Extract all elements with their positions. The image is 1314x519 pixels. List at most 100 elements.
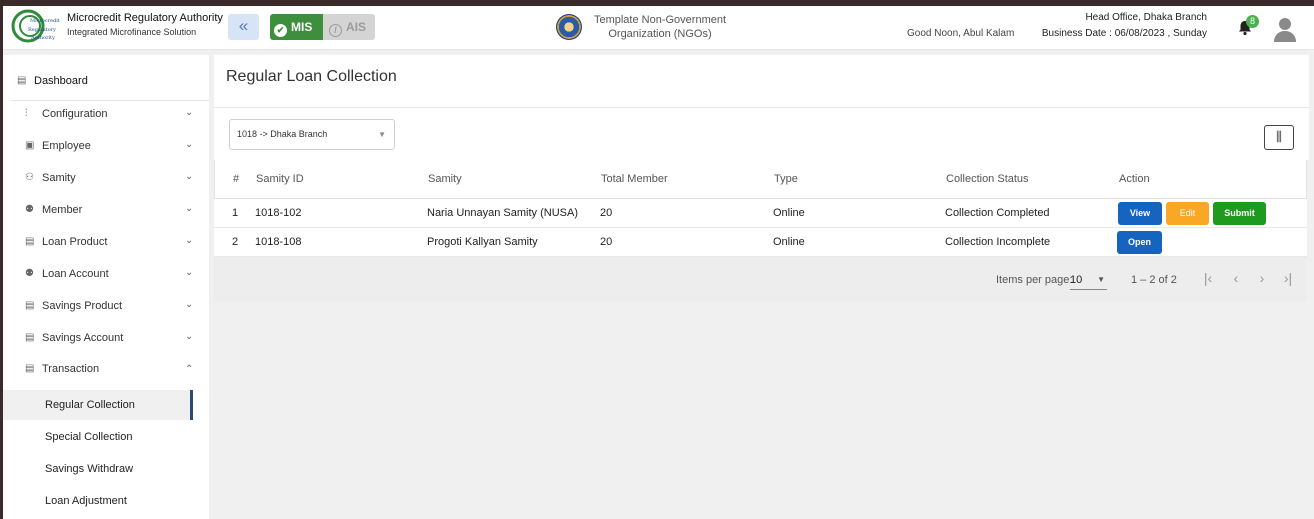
- dropdown-arrow-icon: ▼: [1097, 275, 1105, 284]
- col-header-number[interactable]: #: [233, 160, 239, 199]
- chevron-down-icon: ⌄: [185, 107, 194, 118]
- edit-button[interactable]: Edit: [1166, 202, 1209, 225]
- mra-logo-icon[interactable]: Microcredit Regulatory Authority: [11, 9, 61, 45]
- branch-select-value: 1018 -> Dhaka Branch: [237, 129, 328, 139]
- ais-toggle-button[interactable]: / AIS: [323, 14, 375, 40]
- org-subtitle: Integrated Microfinance Solution: [67, 27, 197, 37]
- sidebar-item-label: Employee: [42, 140, 91, 152]
- users-icon: ⚉: [25, 204, 34, 215]
- first-page-icon[interactable]: |‹: [1198, 270, 1218, 286]
- ngo-name: Template Non-Government Organization (NG…: [593, 14, 727, 40]
- business-date: Business Date : 06/08/2023 , Sunday: [1041, 28, 1207, 39]
- app-window: Microcredit Regulatory Authority Microcr…: [3, 6, 1314, 519]
- column-edit-icon: ⫼: [1276, 129, 1282, 144]
- col-header-total-member[interactable]: Total Member: [601, 160, 668, 199]
- greeting-text: Good Noon, Abul Kalam: [907, 28, 1015, 39]
- logo-text-line1: Microcredit: [30, 18, 60, 24]
- group-icon: ⚇: [25, 172, 34, 183]
- col-header-samity[interactable]: Samity: [428, 160, 462, 199]
- sidebar-item-employee[interactable]: ▣ Employee ⌄: [3, 131, 209, 161]
- check-circle-icon: ✔: [274, 24, 287, 37]
- sliders-icon: ⫶: [25, 108, 28, 119]
- cell-collection-status: Collection Incomplete: [945, 236, 1051, 248]
- mis-label: MIS: [291, 20, 313, 34]
- sidebar-item-loan-product[interactable]: ▤ Loan Product ⌄: [3, 227, 209, 257]
- sidebar-item-savings-product[interactable]: ▤ Savings Product ⌄: [3, 291, 209, 321]
- ais-label: AIS: [346, 20, 367, 34]
- paginator: Items per page: 10 ▼ 1 – 2 of 2 |‹ ‹ › ›…: [214, 257, 1307, 302]
- sidebar-item-label: Transaction: [42, 363, 100, 375]
- cell-type: Online: [773, 207, 805, 219]
- sidebar-item-label: Savings Product: [42, 300, 123, 312]
- double-chevron-left-icon: «: [238, 16, 249, 35]
- page-size-select[interactable]: 10 ▼: [1070, 268, 1107, 290]
- notification-badge: 8: [1246, 15, 1259, 28]
- sidebar-item-transaction[interactable]: ▤ Transaction ⌃: [3, 354, 209, 384]
- sidebar-item-label: Savings Account: [42, 332, 124, 344]
- view-button[interactable]: View: [1118, 202, 1162, 225]
- sidebar-item-savings-account[interactable]: ▤ Savings Account ⌄: [3, 323, 209, 353]
- cell-total-member: 20: [600, 207, 613, 219]
- cell-samity-id: 1018-102: [255, 207, 302, 219]
- top-header: Microcredit Regulatory Authority Microcr…: [3, 6, 1314, 50]
- col-header-type[interactable]: Type: [774, 160, 798, 199]
- chevron-down-icon: ⌄: [185, 203, 194, 214]
- sidebar-subitem-loan-adjustment[interactable]: Loan Adjustment: [3, 486, 193, 516]
- page-title-bar: Regular Loan Collection: [214, 55, 1309, 108]
- block-icon: /: [329, 24, 342, 37]
- chevron-down-icon: ⌄: [185, 139, 194, 150]
- page-size-value: 10: [1070, 274, 1083, 286]
- table-header: # Samity ID Samity Total Member Type Col…: [214, 160, 1307, 199]
- user-avatar-icon[interactable]: [1273, 16, 1297, 42]
- chevron-down-icon: ⌄: [185, 235, 194, 246]
- previous-page-icon[interactable]: ‹: [1226, 270, 1246, 286]
- document-icon: ▤: [25, 236, 35, 247]
- chevron-down-icon: ⌄: [185, 331, 194, 342]
- sidebar: ▤ Dashboard ⫶ Configuration ⌄ ▣ Employee…: [3, 55, 209, 519]
- sidebar-subitem-special-collection[interactable]: Special Collection: [3, 422, 193, 452]
- chevron-down-icon: ⌄: [185, 267, 194, 278]
- column-settings-button[interactable]: ⫼: [1264, 125, 1294, 150]
- cell-samity: Naria Unnayan Samity (NUSA): [427, 207, 578, 219]
- sidebar-item-label: Dashboard: [34, 75, 88, 87]
- page-range-label: 1 – 2 of 2: [1131, 274, 1177, 286]
- next-page-icon[interactable]: ›: [1252, 270, 1272, 286]
- sidebar-item-label: Member: [42, 204, 83, 216]
- sidebar-item-loan-account[interactable]: ⚉ Loan Account ⌄: [3, 259, 209, 289]
- document-icon: ▤: [25, 332, 35, 343]
- page-title: Regular Loan Collection: [226, 68, 397, 85]
- sidebar-item-samity[interactable]: ⚇ Samity ⌄: [3, 163, 209, 193]
- col-header-samity-id[interactable]: Samity ID: [256, 160, 304, 199]
- filter-bar: 1018 -> Dhaka Branch ▼ ⫼: [214, 108, 1309, 160]
- cell-type: Online: [773, 236, 805, 248]
- dropdown-arrow-icon: ▼: [378, 130, 386, 139]
- cell-samity: Progoti Kallyan Samity: [427, 236, 538, 248]
- col-header-collection-status[interactable]: Collection Status: [946, 160, 1029, 199]
- last-page-icon[interactable]: ›|: [1278, 270, 1298, 286]
- sidebar-item-dashboard[interactable]: ▤ Dashboard: [3, 66, 209, 96]
- sidebar-item-configuration[interactable]: ⫶ Configuration ⌄: [3, 99, 209, 129]
- cell-number: 2: [232, 236, 239, 248]
- collection-table: # Samity ID Samity Total Member Type Col…: [214, 160, 1307, 257]
- col-header-action: Action: [1119, 173, 1150, 185]
- document-icon: ▤: [25, 300, 35, 311]
- ngo-seal-icon: [556, 14, 582, 40]
- collapse-sidebar-button[interactable]: «: [228, 14, 259, 40]
- table-row: 2 1018-108 Progoti Kallyan Samity 20 Onl…: [214, 228, 1307, 257]
- cell-total-member: 20: [600, 236, 613, 248]
- logo-text-line3: Authority: [30, 35, 55, 41]
- mis-toggle-button[interactable]: ✔ MIS: [270, 14, 323, 40]
- logo-text-line2: Regulatory: [28, 27, 56, 33]
- sidebar-item-member[interactable]: ⚉ Member ⌄: [3, 195, 209, 225]
- submit-button[interactable]: Submit: [1213, 202, 1266, 225]
- sidebar-subitem-savings-withdraw[interactable]: Savings Withdraw: [3, 454, 193, 484]
- cell-samity-id: 1018-108: [255, 236, 302, 248]
- sidebar-item-label: Loan Account: [42, 268, 109, 280]
- cell-collection-status: Collection Completed: [945, 207, 1050, 219]
- open-button[interactable]: Open: [1117, 231, 1162, 254]
- sidebar-subitem-regular-collection[interactable]: Regular Collection: [3, 390, 193, 420]
- sidebar-item-label: Samity: [42, 172, 76, 184]
- dashboard-icon: ▤: [17, 75, 27, 86]
- branch-select[interactable]: 1018 -> Dhaka Branch ▼: [229, 119, 395, 150]
- org-name: Microcredit Regulatory Authority: [67, 12, 223, 24]
